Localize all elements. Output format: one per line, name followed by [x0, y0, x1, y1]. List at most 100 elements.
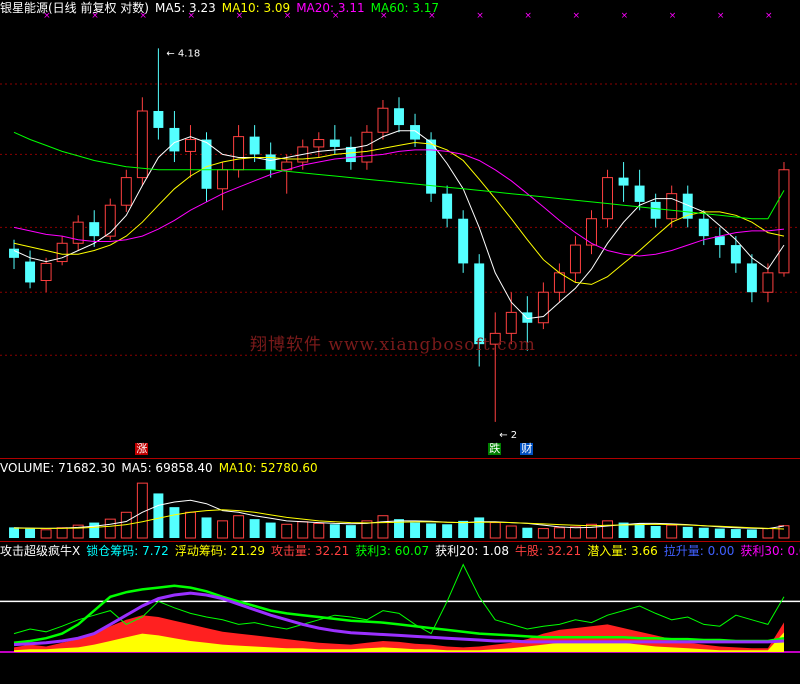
volume-bar-47 — [762, 528, 774, 539]
indicator-label-4: 获利3: 60.07 — [355, 544, 430, 558]
indicator-label-9: 获利30: 0.0 — [740, 544, 800, 558]
top-marker-32: × — [524, 11, 532, 21]
candle-body-28 — [458, 218, 469, 264]
indicator-label-5: 获利20: 1.08 — [435, 544, 509, 558]
price-ma-label-2: MA20: 3.11 — [296, 1, 365, 15]
candle-body-12 — [201, 139, 212, 189]
volume-bar-45 — [730, 529, 741, 538]
volume-bar-14 — [233, 515, 245, 539]
candle-body-43 — [698, 218, 709, 237]
volume-bar-6 — [104, 518, 116, 539]
volume-bar-17 — [281, 523, 293, 539]
price-ma-label-0: MA5: 3.23 — [155, 1, 216, 15]
volume-bar-30 — [489, 522, 501, 539]
candle-body-47 — [762, 272, 774, 293]
candle-body-23 — [377, 107, 389, 133]
indicator-header: 攻击超级疯牛X 锁仓筹码: 7.72 浮动筹码: 21.29 攻击量: 32.21 获利… — [0, 543, 800, 559]
candle-body-34 — [553, 272, 565, 293]
candle-body-25 — [410, 125, 421, 140]
volume-bar-41 — [666, 524, 678, 539]
volume-bar-12 — [201, 517, 212, 538]
volume-bar-3 — [56, 527, 68, 539]
volume-bar-29 — [474, 517, 485, 538]
top-marker-47: × — [765, 11, 773, 21]
top-marker-29: × — [476, 11, 484, 21]
volume-bar-19 — [313, 522, 325, 539]
volume-bar-36 — [586, 523, 597, 539]
candle-body-0 — [9, 248, 19, 258]
volume-bar-0 — [9, 527, 19, 538]
volume-bar-16 — [265, 522, 276, 538]
price-ma-label-3: MA60: 3.17 — [370, 1, 440, 15]
chart-stage: ← 4.18 ← 2 × × × × × × × × × × × × × × × × 银星能源(日线 前复权 对数… — [0, 0, 800, 680]
volume-bar-33 — [537, 528, 549, 539]
candle-body-11 — [184, 139, 196, 152]
indicator-label-0: 攻击超级疯牛X — [0, 544, 81, 558]
candle-body-41 — [666, 193, 678, 220]
volume-header: VOLUME: 71682.30 MA5: 69858.40 MA10: 52780… — [0, 460, 324, 476]
volume-bar-37 — [602, 520, 614, 539]
candle-body-27 — [442, 193, 453, 219]
volume-bar-32 — [522, 527, 533, 538]
volume-bar-39 — [634, 523, 645, 538]
volume-bar-13 — [217, 520, 229, 539]
volume-bar-28 — [458, 520, 469, 538]
candle-body-33 — [537, 291, 549, 324]
high-price-label: ← 4.18 — [166, 48, 200, 59]
candle-body-1 — [25, 261, 36, 283]
candle-body-44 — [714, 236, 725, 246]
volume-label-0: VOLUME: 71682.30 — [0, 461, 116, 475]
volume-bar-18 — [297, 521, 309, 539]
volume-indicator-divider — [0, 541, 800, 542]
volume-bar-35 — [569, 526, 581, 539]
candle-body-20 — [329, 139, 340, 147]
volume-bar-10 — [169, 507, 180, 538]
candle-body-22 — [361, 131, 373, 163]
indicator-label-3: 攻击量: 32.21 — [271, 544, 350, 558]
volume-bar-23 — [377, 515, 389, 539]
volume-bar-34 — [553, 527, 565, 539]
candle-body-7 — [120, 177, 132, 206]
low-price-label: ← 2 — [499, 430, 517, 441]
candle-body-39 — [634, 185, 645, 202]
volume-bar-1 — [25, 528, 36, 538]
candle-body-5 — [89, 222, 100, 237]
top-marker-35: × — [572, 11, 580, 21]
volume-bar-40 — [650, 526, 661, 538]
indicator-label-1: 锁仓筹码: 7.72 — [86, 544, 169, 558]
candle-body-40 — [650, 201, 661, 219]
candle-body-10 — [169, 127, 180, 152]
candle-body-32 — [522, 312, 533, 323]
price-title: 银星能源(日线 前复权 对数) — [0, 1, 149, 15]
top-marker-38: × — [621, 11, 629, 21]
top-marker-41: × — [669, 11, 677, 21]
indicator-label-8: 拉升量: 0.00 — [663, 544, 735, 558]
volume-bar-25 — [410, 522, 421, 538]
indicator-label-2: 浮动筹码: 21.29 — [174, 544, 266, 558]
candle-body-16 — [265, 154, 276, 170]
watermark: 翔博软件 www.xiangbosoft.com — [250, 335, 536, 355]
indicator-label-7: 潜入量: 3.66 — [587, 544, 658, 558]
volume-bar-46 — [746, 529, 757, 538]
volume-bar-42 — [682, 526, 693, 538]
volume-bar-43 — [698, 527, 709, 538]
price-ma-label-1: MA10: 3.09 — [221, 1, 291, 15]
volume-bar-26 — [426, 523, 437, 538]
volume-bar-21 — [345, 525, 356, 538]
volume-bar-31 — [505, 525, 517, 539]
candle-body-46 — [746, 263, 757, 293]
candle-body-45 — [730, 245, 741, 264]
volume-label-1: MA5: 69858.40 — [121, 461, 213, 475]
signal-marker-2: 财 — [520, 442, 534, 455]
candle-body-15 — [249, 136, 260, 155]
volume-label-2: MA10: 52780.60 — [218, 461, 318, 475]
candle-body-13 — [217, 169, 229, 190]
candle-body-24 — [394, 108, 404, 126]
indicator-label-6: 牛股: 32.21 — [514, 544, 582, 558]
volume-bar-20 — [329, 524, 340, 538]
volume-bar-27 — [442, 524, 453, 538]
volume-bar-48 — [778, 525, 790, 539]
candle-body-9 — [153, 111, 164, 128]
volume-bar-9 — [153, 493, 164, 538]
signal-marker-0: 涨 — [135, 442, 149, 455]
